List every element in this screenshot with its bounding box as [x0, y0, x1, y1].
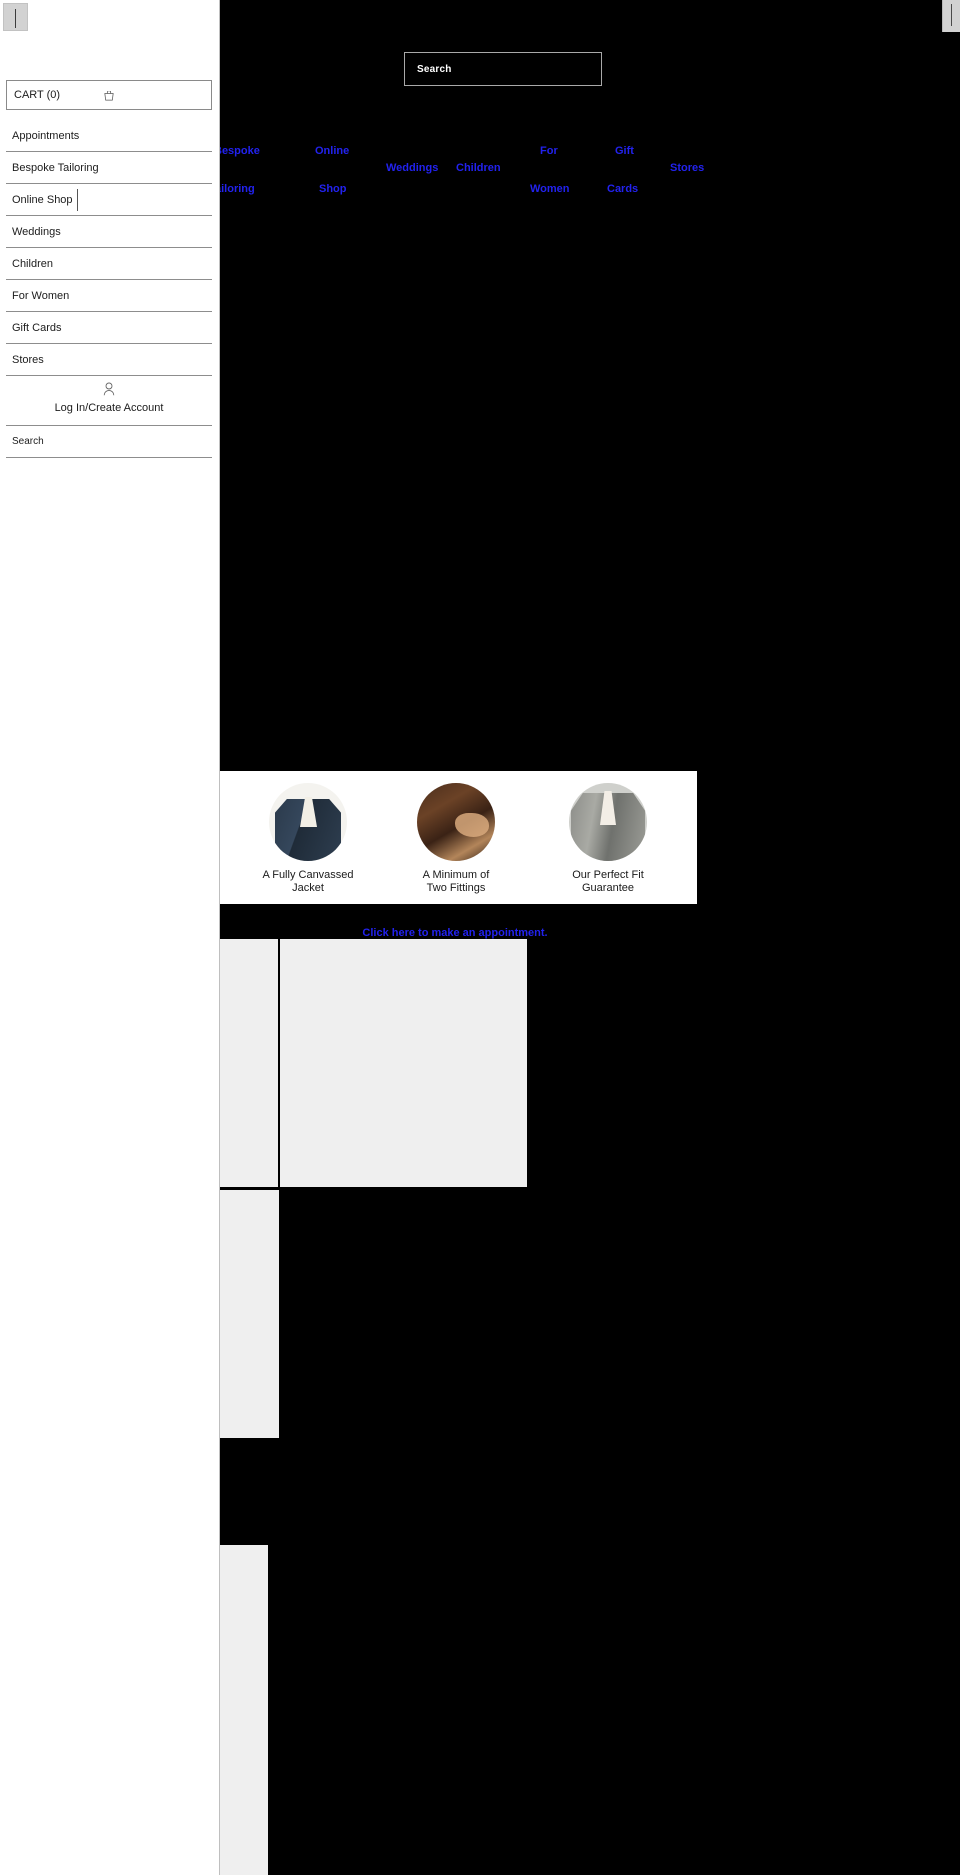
menu-item-label: Gift Cards: [12, 321, 62, 334]
content-panel-left-upper: [220, 939, 280, 1187]
cart-label: CART (0): [14, 89, 61, 101]
menu-item-label: Bespoke Tailoring: [12, 161, 99, 174]
cart-button[interactable]: CART (0): [6, 80, 212, 110]
make-appointment-link[interactable]: Click here to make an appointment.: [220, 927, 690, 939]
nav-link[interactable]: Stores: [670, 163, 704, 174]
feature-caption: A Fully Canvassed Jacket: [262, 869, 354, 894]
content-panel-bottom: [220, 1545, 268, 1875]
scrollbar-thumb[interactable]: [951, 4, 952, 26]
menu-item-online-shop[interactable]: Online Shop: [6, 184, 212, 216]
menu-item-label: Children: [12, 257, 53, 270]
header-search-box[interactable]: Search: [404, 52, 602, 86]
login-create-account-label: Log In/Create Account: [54, 402, 164, 414]
nav-link[interactable]: Gift: [615, 146, 634, 157]
scrollbar-edge-strip[interactable]: [942, 0, 960, 32]
person-icon: [103, 382, 115, 396]
menu-item-weddings[interactable]: Weddings: [6, 216, 212, 248]
nav-link[interactable]: Women: [530, 184, 570, 195]
menu-item-label: Weddings: [12, 225, 61, 238]
menu-item-gift-cards[interactable]: Gift Cards: [6, 312, 212, 344]
login-create-account-row[interactable]: Log In/Create Account: [6, 376, 212, 426]
menu-toggle-button[interactable]: [3, 3, 28, 31]
feature-item[interactable]: A Minimum of Two Fittings: [386, 783, 526, 894]
nav-link[interactable]: Children: [456, 163, 501, 174]
menu-item-label: For Women: [12, 289, 70, 302]
perfect-fit-suit-photo: [569, 783, 647, 861]
features-band: A Fully Canvassed Jacket A Minimum of Two …: [220, 771, 697, 904]
header-search-placeholder: Search: [417, 63, 452, 75]
mobile-menu-panel: CART (0) Appointments Bespoke Tailoring On…: [0, 0, 220, 1875]
nav-link[interactable]: Bespoke: [214, 146, 260, 157]
submenu-caret-icon: [77, 189, 78, 211]
nav-link[interactable]: Weddings: [386, 163, 438, 174]
nav-link[interactable]: Online: [315, 146, 349, 157]
menu-search-label: Search: [12, 436, 44, 447]
menu-search-row[interactable]: Search: [6, 426, 212, 458]
page-root: Search Bespoke Online Weddings Children For G…: [0, 0, 960, 1875]
menu-item-list: Appointments Bespoke Tailoring Online Shop…: [6, 120, 212, 458]
menu-item-label: Stores: [12, 353, 44, 366]
content-panel-left-lower: [220, 1190, 279, 1438]
feature-caption: Our Perfect Fit Guarantee: [572, 869, 644, 894]
menu-item-children[interactable]: Children: [6, 248, 212, 280]
content-panel-main-upper: [280, 939, 527, 1187]
menu-bar-icon: [15, 9, 16, 28]
menu-item-label: Appointments: [12, 129, 80, 142]
feature-item[interactable]: A Fully Canvassed Jacket: [238, 783, 378, 894]
panel-divider-vertical: [278, 939, 280, 1187]
nav-link[interactable]: Cards: [607, 184, 638, 195]
tailor-fitting-photo: [417, 783, 495, 861]
shopping-bag-icon: [104, 91, 114, 101]
menu-item-label: Online Shop: [12, 193, 73, 206]
nav-link[interactable]: For: [540, 146, 558, 157]
canvassed-jacket-photo: [269, 783, 347, 861]
menu-item-for-women[interactable]: For Women: [6, 280, 212, 312]
menu-item-bespoke-tailoring[interactable]: Bespoke Tailoring: [6, 152, 212, 184]
menu-item-appointments[interactable]: Appointments: [6, 120, 212, 152]
nav-link[interactable]: Shop: [319, 184, 347, 195]
menu-item-stores[interactable]: Stores: [6, 344, 212, 376]
feature-item[interactable]: Our Perfect Fit Guarantee: [538, 783, 678, 894]
nav-link[interactable]: ailoring: [215, 184, 255, 195]
feature-caption: A Minimum of Two Fittings: [422, 869, 490, 894]
